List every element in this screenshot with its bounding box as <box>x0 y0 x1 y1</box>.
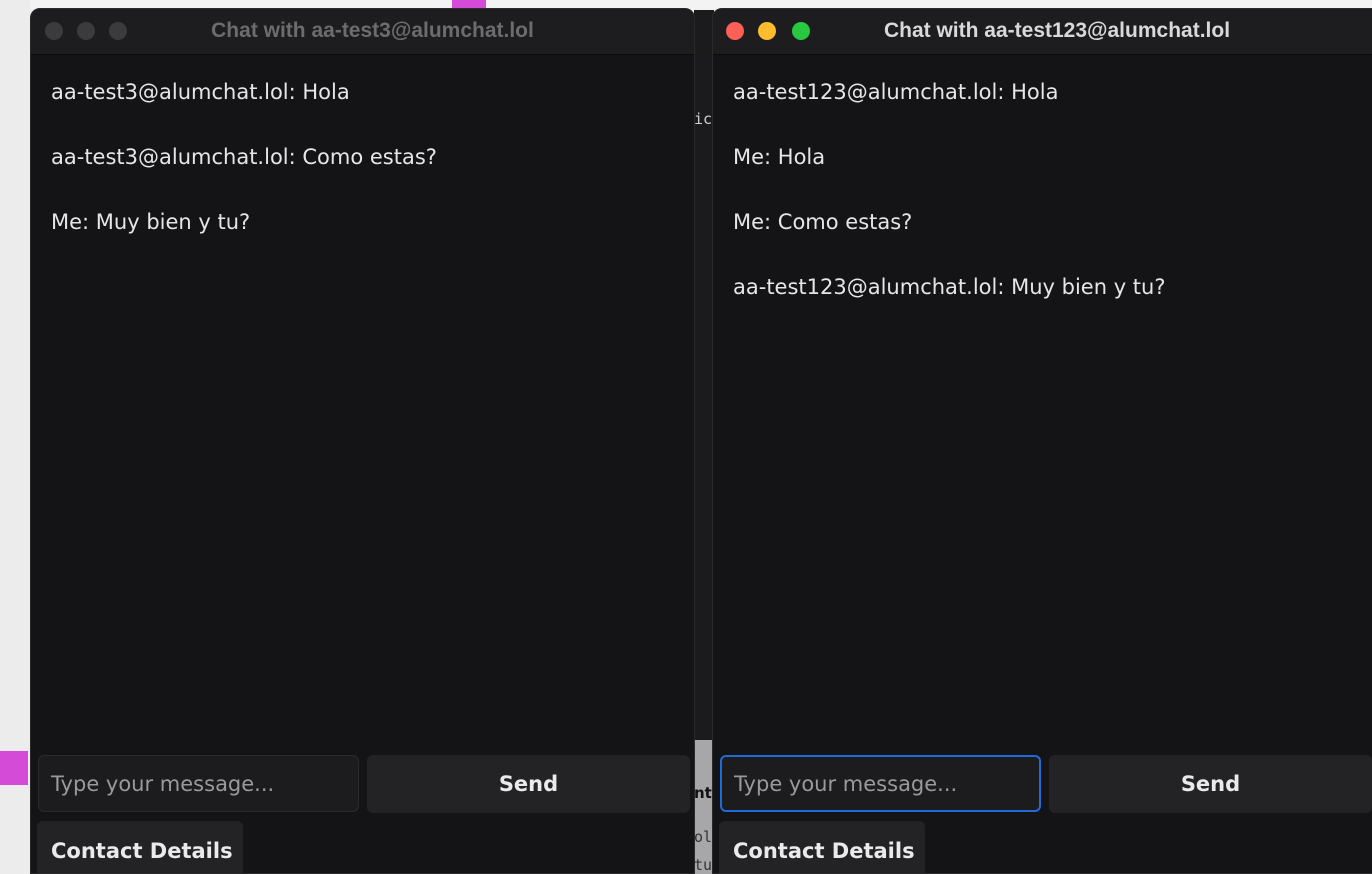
background-text-fragment: nt <box>694 784 712 802</box>
title-bar[interactable]: Chat with aa-test3@alumchat.lol <box>31 9 694 55</box>
chat-window-right: Chat with aa-test123@alumchat.lol aa-tes… <box>712 8 1372 874</box>
contact-details-button[interactable]: Contact Details <box>719 821 925 873</box>
message-input[interactable] <box>38 755 359 812</box>
message-input[interactable] <box>720 755 1041 812</box>
background-text-fragment: tu <box>694 856 713 874</box>
message-item: Me: Muy bien y tu? <box>51 210 251 234</box>
background-text-fragment: ic <box>694 110 713 128</box>
accent-block-left <box>0 751 28 785</box>
send-button[interactable]: Send <box>1049 755 1372 813</box>
chat-window-left: Chat with aa-test3@alumchat.lol aa-test3… <box>30 8 695 874</box>
message-item: aa-test3@alumchat.lol: Como estas? <box>51 145 437 169</box>
background-panel <box>694 740 714 874</box>
message-item: aa-test123@alumchat.lol: Muy bien y tu? <box>733 275 1166 299</box>
message-item: Me: Hola <box>733 145 826 169</box>
send-button[interactable]: Send <box>367 755 690 813</box>
message-item: Me: Como estas? <box>733 210 913 234</box>
message-item: aa-test123@alumchat.lol: Hola <box>733 80 1059 104</box>
compose-row: Send <box>713 753 1372 813</box>
window-title: Chat with aa-test3@alumchat.lol <box>211 19 534 42</box>
contact-details-button[interactable]: Contact Details <box>37 821 243 873</box>
message-item: aa-test3@alumchat.lol: Hola <box>51 80 350 104</box>
message-list: aa-test123@alumchat.lol: Hola Me: Hola M… <box>713 55 1372 723</box>
compose-row: Send <box>31 753 694 813</box>
message-list: aa-test3@alumchat.lol: Hola aa-test3@alu… <box>31 55 694 723</box>
desktop-background-left <box>0 0 30 874</box>
window-title: Chat with aa-test123@alumchat.lol <box>883 19 1231 42</box>
background-text-fragment: ol <box>694 828 713 846</box>
background-window-sliver: ic nt ol tu <box>694 10 714 874</box>
title-bar[interactable]: Chat with aa-test123@alumchat.lol <box>713 9 1372 55</box>
